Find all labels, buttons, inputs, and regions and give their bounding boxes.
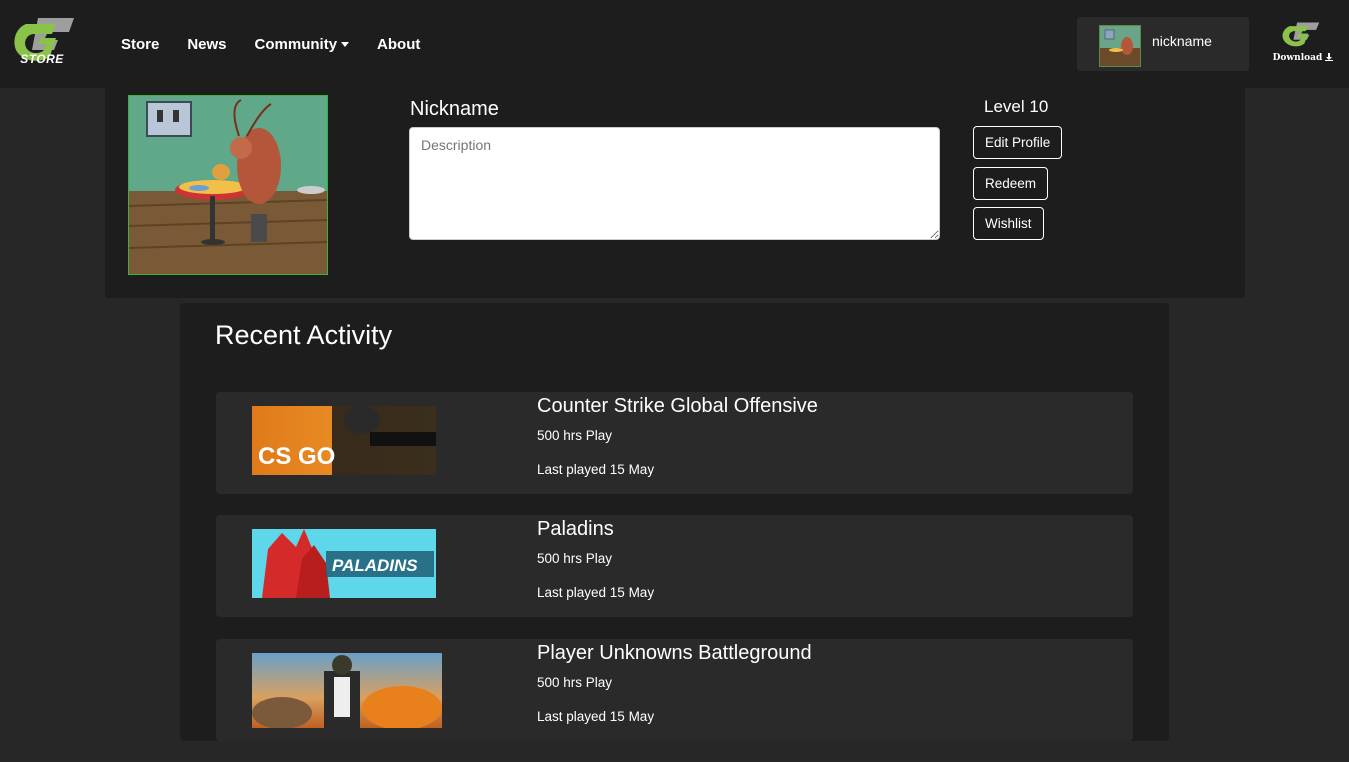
activity-item-pubg[interactable]: Player Unknowns Battleground 500 hrs Pla… (216, 639, 1133, 741)
avatar (1099, 25, 1141, 67)
game-banner-csgo: CS GO (252, 406, 436, 475)
recent-activity-title: Recent Activity (215, 320, 393, 350)
caret-down-icon (341, 42, 350, 47)
game-hours: 500 hrs Play (537, 675, 613, 690)
game-title: Player Unknowns Battleground (537, 642, 812, 664)
activity-item-csgo[interactable]: CS GO Counter Strike Global Offensive 50… (216, 392, 1133, 494)
game-hours: 500 hrs Play (537, 551, 613, 566)
recent-activity-panel: Recent Activity CS GO Counter Strike Glo… (180, 303, 1169, 741)
nav-community-label: Community (254, 36, 338, 53)
game-banner-pubg (252, 653, 442, 728)
profile-card: Nickname Level 10 Edit Profile Redeem Wi… (105, 88, 1245, 298)
download-icon (1325, 53, 1334, 61)
nav-community[interactable]: Community (255, 36, 350, 53)
download-button[interactable]: Download (1270, 20, 1336, 70)
edit-profile-button[interactable]: Edit Profile (973, 126, 1063, 159)
game-title: Counter Strike Global Offensive (537, 395, 818, 417)
user-nickname: nickname (1152, 33, 1212, 49)
level-label: Level 10 (984, 97, 1049, 116)
game-hours: 500 hrs Play (537, 428, 613, 443)
navbar: STORE Store News Community About nicknam… (0, 0, 1349, 88)
game-banner-paladins-text: PALADINS (332, 556, 418, 575)
game-title: Paladins (537, 518, 614, 540)
nav-news[interactable]: News (187, 36, 226, 53)
profile-picture (128, 95, 328, 275)
profile-nickname: Nickname (410, 98, 499, 120)
game-banner-paladins: PALADINS (252, 529, 436, 598)
nav-links: Store News Community About (121, 36, 448, 53)
gg-logo-icon (1282, 22, 1320, 47)
activity-item-paladins[interactable]: PALADINS Paladins 500 hrs Play Last play… (216, 515, 1133, 617)
nav-about[interactable]: About (377, 36, 420, 53)
game-last-played: Last played 15 May (537, 585, 655, 600)
gg-logo-icon (14, 18, 74, 61)
logo-text: STORE (20, 52, 64, 66)
game-last-played: Last played 15 May (537, 709, 655, 724)
download-text: Download (1272, 53, 1323, 63)
nav-store[interactable]: Store (121, 36, 159, 53)
redeem-button[interactable]: Redeem (973, 167, 1049, 200)
description-field[interactable] (409, 127, 940, 240)
store-logo[interactable]: STORE (0, 0, 90, 88)
wishlist-button[interactable]: Wishlist (973, 207, 1044, 240)
user-menu[interactable]: nickname (1077, 17, 1249, 71)
game-banner-csgo-text: CS GO (258, 443, 335, 470)
game-last-played: Last played 15 May (537, 462, 655, 477)
download-label: Download (1270, 53, 1336, 63)
